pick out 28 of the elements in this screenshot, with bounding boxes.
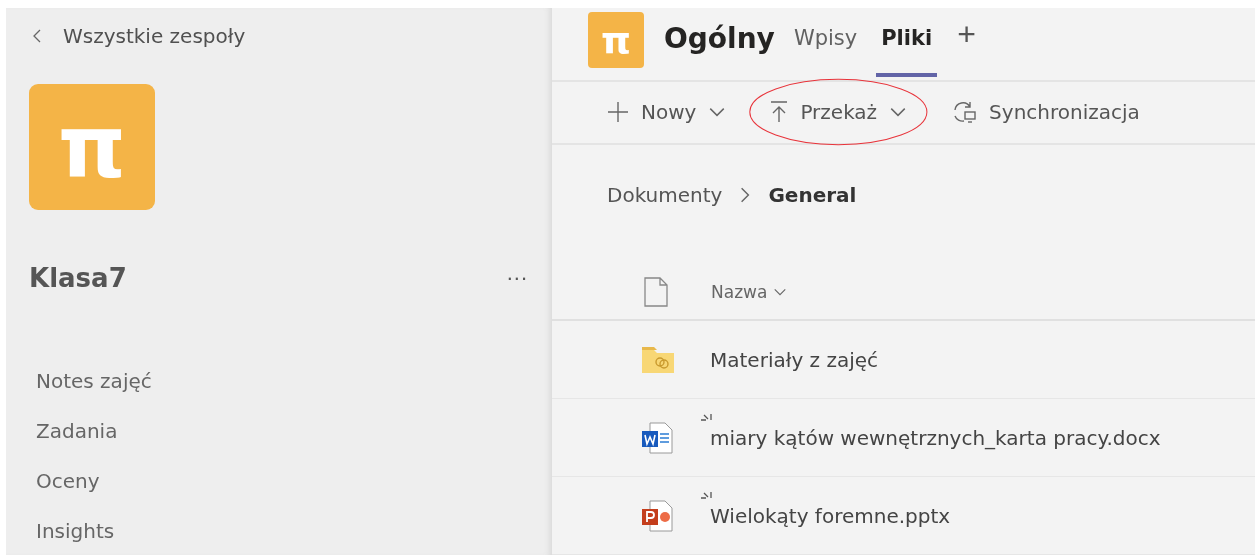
- back-link[interactable]: Wszystkie zespoły: [29, 24, 552, 48]
- sync-icon: [951, 100, 978, 125]
- team-name: Klasa7: [29, 263, 127, 293]
- file-name[interactable]: Materiały z zajęć: [710, 347, 879, 372]
- breadcrumb-item[interactable]: Dokumenty: [607, 183, 723, 207]
- channel-name: Ogólny: [664, 22, 775, 55]
- sidebar-item[interactable]: Oceny: [36, 456, 100, 506]
- presentation-file-icon: [642, 499, 674, 532]
- sidebar-item[interactable]: Insights: [36, 506, 115, 555]
- add-tab-button[interactable]: +: [957, 16, 976, 53]
- plus-icon: [607, 101, 629, 124]
- sidebar-item[interactable]: Zadania: [36, 406, 118, 456]
- more-options-button[interactable]: ...: [506, 260, 528, 296]
- tab[interactable]: Pliki: [876, 12, 938, 77]
- breadcrumb-item[interactable]: General: [768, 183, 857, 207]
- sidebar-item[interactable]: Notes zajęć: [36, 356, 152, 406]
- toolbar-button[interactable]: Nowy: [607, 96, 727, 129]
- toolbar-button[interactable]: Synchronizacja: [951, 96, 1140, 129]
- upload-icon: [770, 101, 789, 124]
- file-name[interactable]: miary kątów wewnętrznych_karta pracy.docx: [710, 425, 1161, 450]
- channel-logo: π: [588, 12, 644, 68]
- tab[interactable]: Wpisy: [788, 12, 863, 77]
- file-name[interactable]: Wielokąty foremne.pptx: [710, 503, 951, 528]
- file-type-icon: [644, 277, 668, 307]
- folder-icon: [642, 346, 674, 373]
- word-document-icon: [642, 421, 674, 454]
- column-header[interactable]: Nazwa: [705, 281, 794, 303]
- team-logo: π: [29, 84, 155, 210]
